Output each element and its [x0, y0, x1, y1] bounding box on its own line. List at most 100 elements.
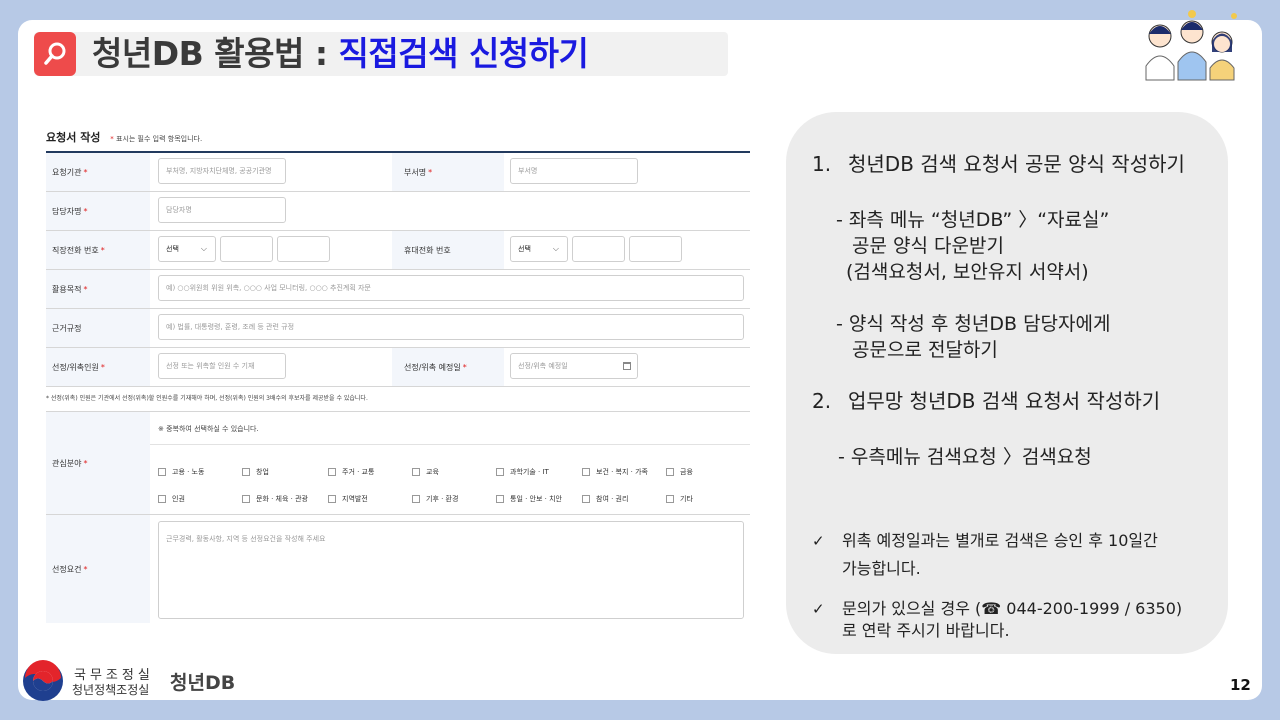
form-row-phone: 직장전화 번호 * 선택 ⌵ 휴대전화 번호 선택 ⌵ — [46, 231, 750, 270]
purpose-label-text: 활용목적 — [52, 284, 82, 294]
calendar-icon[interactable] — [623, 362, 631, 370]
required-note-text: 표시는 필수 입력 항목입니다. — [116, 135, 203, 143]
chevron-down-icon: ⌵ — [552, 244, 559, 253]
interest-option[interactable]: 고용 · 노동 — [158, 467, 204, 477]
step1-sub1-line2: 공문 양식 다운받기 — [852, 235, 1004, 257]
request-form: 요청서 작성 * 표시는 필수 입력 항목입니다. 요청기관 * 부처명, 지방자… — [46, 125, 752, 625]
required-mark: * — [100, 362, 105, 372]
requirements-label-text: 선정요건 — [52, 564, 82, 574]
purpose-input[interactable]: 예) ○○위원회 위원 위촉, ○○○ 사업 모니터링, ○○○ 추진계획 자문 — [158, 275, 744, 301]
department-label: 부서명 * — [392, 153, 504, 191]
checkbox[interactable] — [242, 468, 250, 476]
checkbox[interactable] — [412, 468, 420, 476]
page-title: 청년DB 활용법 : 직접검색 신청하기 — [92, 34, 589, 74]
checkbox[interactable] — [328, 495, 336, 503]
officer-input[interactable]: 담당자명 — [158, 197, 286, 223]
required-note: * 표시는 필수 입력 항목입니다. — [110, 135, 202, 143]
checkbox[interactable] — [496, 468, 504, 476]
office-phone-mid-input[interactable] — [220, 236, 273, 262]
interest-option-label: 창업 — [256, 468, 269, 476]
checkbox[interactable] — [242, 495, 250, 503]
legal-basis-input[interactable]: 예) 법률, 대통령령, 훈령, 조례 등 관련 규정 — [158, 314, 744, 340]
checkbox[interactable] — [582, 495, 590, 503]
officer-label-text: 담당자명 — [52, 206, 82, 216]
form-heading: 요청서 작성 * 표시는 필수 입력 항목입니다. — [46, 129, 202, 145]
requesting-org-input[interactable]: 부처명, 지방자치단체명, 공공기관명 — [158, 158, 286, 184]
note1-line2: 가능합니다. — [842, 559, 921, 578]
required-mark: * — [83, 284, 88, 294]
interest-option[interactable]: 창업 — [242, 467, 269, 477]
selection-count-label: 선정/위촉인원 * — [46, 348, 150, 386]
appointment-date-input[interactable]: 선정/위촉 예정일 — [510, 353, 638, 379]
page-title-prefix: 청년DB 활용법 : — [92, 34, 339, 73]
interests-note: ※ 중복하여 선택하실 수 있습니다. — [158, 425, 259, 433]
mobile-phone-select-value: 선택 — [518, 245, 531, 253]
requesting-org-label: 요청기관 * — [46, 153, 150, 191]
required-mark: * — [83, 458, 88, 468]
interest-option[interactable]: 교육 — [412, 467, 439, 477]
checkmark-icon: ✓ — [812, 532, 825, 550]
mobile-phone-prefix-select[interactable]: 선택 ⌵ — [510, 236, 568, 262]
selection-count-input[interactable]: 선정 또는 위촉할 인원 수 기재 — [158, 353, 286, 379]
footer-org-division: 청년정책조정실 — [72, 683, 150, 697]
selection-footnote: * 선정(위촉) 인원은 기관에서 선정(위촉)할 인원수를 기재해야 하며, … — [46, 395, 368, 402]
interest-option[interactable]: 보건 · 복지 · 가족 — [582, 467, 648, 477]
appointment-date-label-text: 선정/위촉 예정일 — [404, 362, 461, 372]
checkbox[interactable] — [582, 468, 590, 476]
required-mark: * — [83, 167, 88, 177]
interest-option-label: 교육 — [426, 468, 439, 476]
office-phone-last-input[interactable] — [277, 236, 330, 262]
department-label-text: 부서명 — [404, 167, 427, 177]
footer-brand: 청년DB — [170, 672, 236, 694]
required-note-mark: * — [110, 135, 114, 143]
interest-option[interactable]: 기타 — [666, 494, 693, 504]
checkbox[interactable] — [666, 468, 674, 476]
note1-line1: 위촉 예정일과는 별개로 검색은 승인 후 10일간 — [842, 531, 1158, 550]
interest-option[interactable]: 과학기술 · IT — [496, 467, 549, 477]
interest-option-label: 지역발전 — [342, 495, 368, 503]
interest-option-label: 참여 · 권리 — [596, 495, 629, 503]
interest-option[interactable]: 문화 · 체육 · 관광 — [242, 494, 308, 504]
form-row-legal: 근거규정 예) 법률, 대통령령, 훈령, 조례 등 관련 규정 — [46, 309, 750, 348]
interest-option[interactable]: 인권 — [158, 494, 185, 504]
step1-sub1-line1: - 좌측 메뉴 “청년DB” 〉“자료실” — [836, 209, 1110, 231]
mobile-phone-label-text: 휴대전화 번호 — [404, 245, 451, 255]
interest-option[interactable]: 주거 · 교통 — [328, 467, 374, 477]
form-row-interests: 관심분야 * ※ 중복하여 선택하실 수 있습니다. 고용 · 노동 창업 주거 · … — [46, 411, 750, 515]
page-number: 12 — [1230, 676, 1251, 694]
mobile-phone-last-input[interactable] — [629, 236, 682, 262]
interests-label: 관심분야 * — [46, 412, 150, 514]
interest-option[interactable]: 통일 · 안보 · 치안 — [496, 494, 562, 504]
checkbox[interactable] — [158, 468, 166, 476]
note2-line1: 문의가 있으실 경우 (☎ 044-200-1999 / 6350) — [842, 599, 1183, 618]
checkbox[interactable] — [412, 495, 420, 503]
step1-sub2-line1: - 양식 작성 후 청년DB 담당자에게 — [836, 313, 1111, 335]
step1-sub2-line2: 공문으로 전달하기 — [852, 339, 998, 361]
requirements-textarea[interactable]: 근무경력, 활동사항, 지역 등 선정요건을 작성해 주세요 — [158, 521, 744, 619]
interest-option-label: 과학기술 · IT — [510, 468, 549, 476]
form-row-org: 요청기관 * 부처명, 지방자치단체명, 공공기관명 부서명 * 부서명 — [46, 153, 750, 192]
checkbox[interactable] — [328, 468, 336, 476]
interests-divider — [150, 444, 750, 445]
department-input[interactable]: 부서명 — [510, 158, 638, 184]
form-row-purpose: 활용목적 * 예) ○○위원회 위원 위촉, ○○○ 사업 모니터링, ○○○ 추… — [46, 270, 750, 309]
mobile-phone-mid-input[interactable] — [572, 236, 625, 262]
interest-option-label: 기후 · 환경 — [426, 495, 459, 503]
appointment-date-placeholder: 선정/위촉 예정일 — [518, 362, 568, 370]
interest-option[interactable]: 참여 · 권리 — [582, 494, 628, 504]
page-title-accent: 직접검색 신청하기 — [338, 34, 589, 73]
selection-count-label-text: 선정/위촉인원 — [52, 362, 99, 372]
step1-sub1-line3: (검색요청서, 보안유지 서약서) — [846, 261, 1089, 283]
office-phone-area-select[interactable]: 선택 ⌵ — [158, 236, 216, 262]
interest-option-label: 금융 — [680, 468, 693, 476]
chevron-down-icon: ⌵ — [200, 244, 207, 253]
interest-option[interactable]: 기후 · 환경 — [412, 494, 458, 504]
checkbox[interactable] — [496, 495, 504, 503]
interest-option-label: 주거 · 교통 — [342, 468, 375, 476]
step2-number: 2. — [812, 389, 832, 413]
checkbox[interactable] — [158, 495, 166, 503]
interest-option-label: 보건 · 복지 · 가족 — [596, 468, 648, 476]
checkbox[interactable] — [666, 495, 674, 503]
interest-option[interactable]: 금융 — [666, 467, 693, 477]
interest-option[interactable]: 지역발전 — [328, 494, 368, 504]
